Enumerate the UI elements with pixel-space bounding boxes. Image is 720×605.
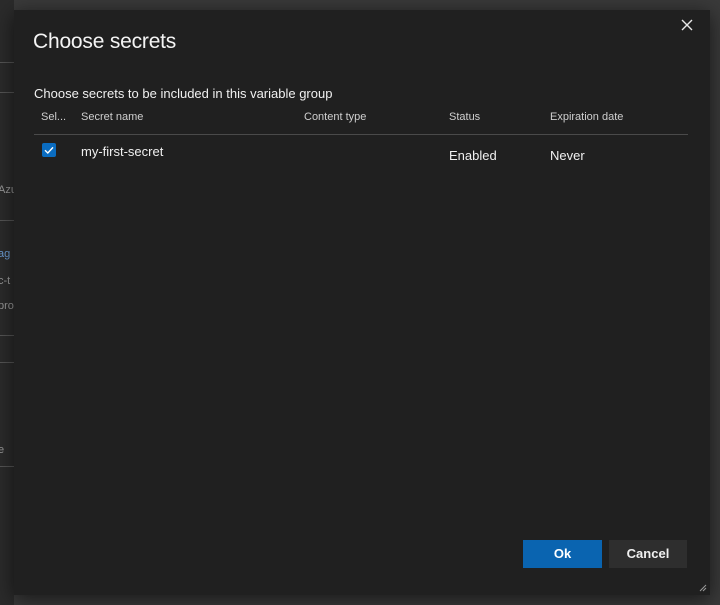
- cancel-button[interactable]: Cancel: [609, 540, 687, 568]
- column-header-expiration-date[interactable]: Expiration date: [550, 111, 623, 123]
- dialog-subtitle: Choose secrets to be included in this va…: [34, 86, 333, 101]
- status-cell: Enabled: [449, 148, 497, 163]
- bg-link-fragment: ag: [0, 248, 11, 260]
- resize-grip-icon[interactable]: [699, 584, 707, 592]
- bg-text-fragment: Azu: [0, 184, 14, 196]
- table-row[interactable]: my-first-secret Enabled Never: [34, 135, 688, 175]
- ok-button[interactable]: Ok: [523, 540, 602, 568]
- bg-divider: [0, 335, 14, 336]
- column-header-select[interactable]: Sel...: [41, 111, 66, 123]
- bg-divider: [0, 466, 14, 467]
- column-header-status[interactable]: Status: [449, 111, 480, 123]
- choose-secrets-dialog: Choose secrets Choose secrets to be incl…: [14, 10, 710, 595]
- bg-divider: [0, 92, 14, 93]
- table-header: Sel... Secret name Content type Status E…: [34, 110, 688, 135]
- secret-name-cell: my-first-secret: [81, 144, 164, 159]
- column-header-secret-name[interactable]: Secret name: [81, 111, 143, 123]
- row-select-checkbox[interactable]: [42, 143, 56, 157]
- column-header-content-type[interactable]: Content type: [304, 111, 366, 123]
- bg-divider: [0, 220, 14, 221]
- bg-divider: [0, 62, 14, 63]
- bg-text-fragment: c-t: [0, 275, 11, 287]
- expiration-cell: Never: [550, 148, 585, 163]
- background-page-strip: Azu ag c-t pro e: [0, 0, 14, 605]
- close-button[interactable]: [678, 16, 696, 34]
- bg-text-fragment: pro: [0, 300, 14, 312]
- bg-divider: [0, 362, 14, 363]
- bg-text-fragment: e: [0, 444, 5, 456]
- secrets-table: Sel... Secret name Content type Status E…: [34, 110, 688, 175]
- checkmark-icon: [44, 146, 54, 155]
- dialog-title: Choose secrets: [33, 30, 177, 53]
- close-icon: [681, 19, 693, 31]
